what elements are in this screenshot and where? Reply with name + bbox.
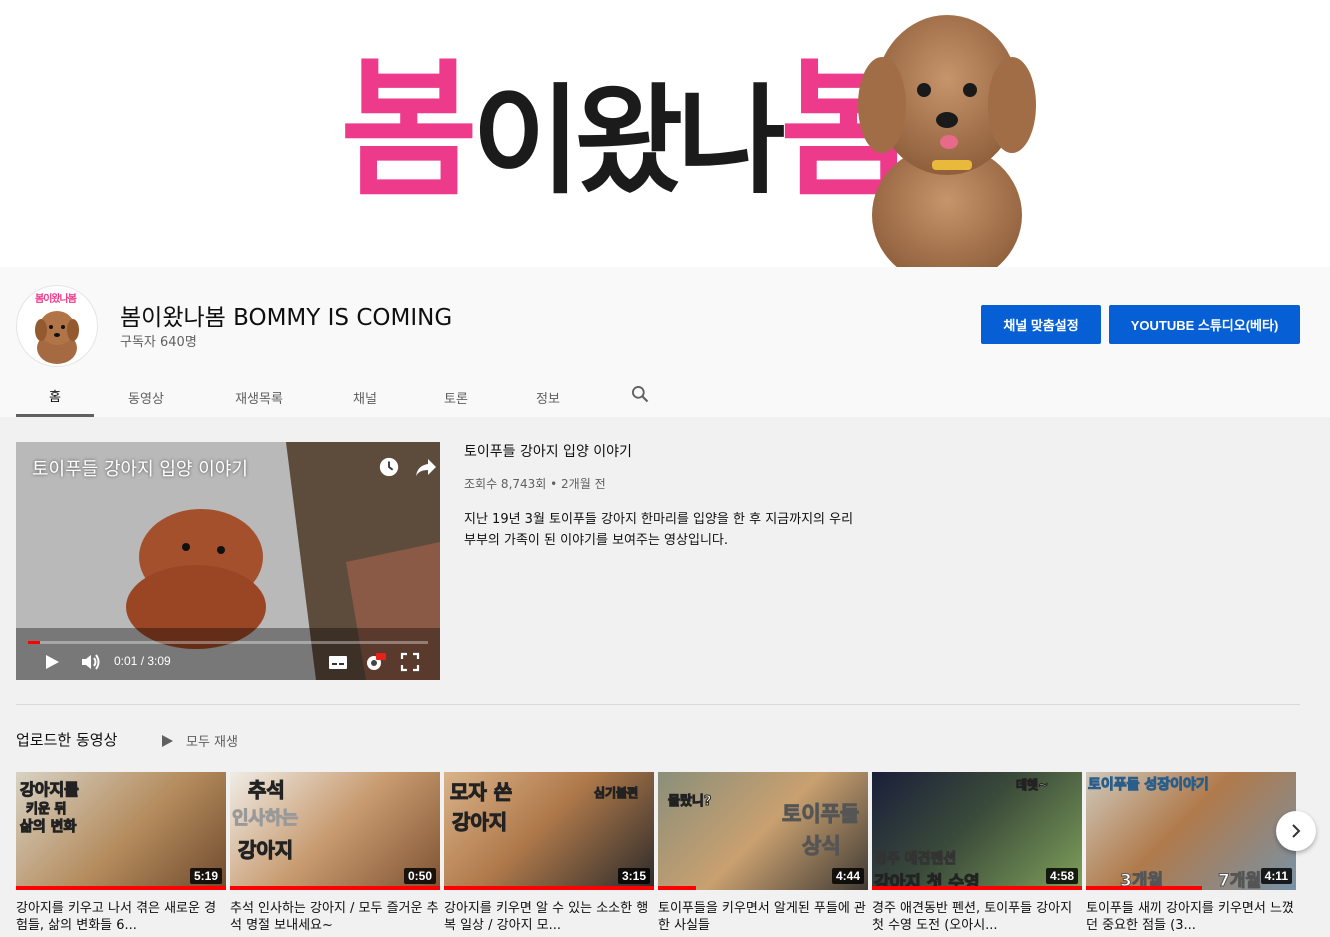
video-duration: 4:58 [1045,868,1078,884]
video-card[interactable]: 데헷~ 경주 애견펜션 강아지 첫 수영 4:58 경주 애견동반 펜션, 토이… [872,772,1082,934]
video-thumbnail[interactable]: 추석 인사하는 강아지 0:50 [230,772,440,890]
watch-progress-bar [16,886,226,890]
watch-progress-bar [444,886,654,890]
video-card[interactable]: 모자 쓴 강아지 심기불편 3:15 강아지를 키우면 알 수 있는 소소한 행… [444,772,654,934]
settings-icon[interactable] [364,652,386,672]
tab-playlists[interactable]: 재생목록 [198,377,320,417]
banner-text-part1: 봄 [340,42,478,218]
thumbnail-caption: 7개월 [1217,871,1262,891]
channel-header: 봄이왔나봄 봄이왔나봄 BOMMY IS COMING 구독자 640명 채널 … [0,267,1330,417]
video-thumbnail[interactable]: 강아지를 키운 뒤 삶의 변화 5:19 [16,772,226,890]
watch-later-icon[interactable] [378,456,400,478]
tab-home[interactable]: 홈 [16,377,94,417]
thumbnail-caption: 데헷~ [1015,778,1049,793]
video-title[interactable]: 추석 인사하는 강아지 / 모두 즐거운 추석 명절 보내세요~ [230,900,440,934]
featured-video-meta: 조회수 8,743회 • 2개월 전 [464,477,606,491]
video-duration: 5:19 [189,868,222,884]
featured-video-player[interactable]: 토이푸들 강아지 입양 이야기 0:01 / 3:09 [16,442,440,680]
search-icon[interactable] [630,384,650,404]
subscriber-count: 구독자 640명 [120,335,197,350]
video-title[interactable]: 강아지를 키우면 알 수 있는 소소한 행복 일상 / 강아지 모... [444,900,654,934]
banner-text-part2: 이왔나 [472,71,786,210]
tab-about[interactable]: 정보 [502,377,594,417]
player-time: 0:01 / 3:09 [114,654,171,668]
channel-name: 봄이왔나봄 BOMMY IS COMING [120,305,453,331]
youtube-studio-button[interactable]: YOUTUBE 스튜디오(베타) [1109,305,1300,344]
watch-progress-bar [230,886,440,890]
customize-channel-button[interactable]: 채널 맞춤설정 [981,305,1101,344]
thumbnail-caption: 심기불편 [593,786,639,801]
watch-progress-bar [658,886,696,890]
thumbnail-caption: 강아지 [237,838,294,863]
video-card[interactable]: 토이푸들 성장이야기 3개월 7개월 4:11 토이푸들 새끼 강아지를 키우면… [1086,772,1296,934]
thumbnail-caption: 상식 [802,834,842,859]
thumbnail-caption: 추석 [248,778,286,803]
tab-discussion[interactable]: 토론 [410,377,502,417]
video-card[interactable]: 강아지를 키운 뒤 삶의 변화 5:19 강아지를 키우고 나서 겪은 새로운 … [16,772,226,934]
video-thumbnail[interactable]: 몰랐니? 토이푸들 상식 4:44 [658,772,868,890]
avatar-dog-image [35,311,79,364]
video-thumbnail[interactable]: 데헷~ 경주 애견펜션 강아지 첫 수영 4:58 [872,772,1082,890]
volume-icon[interactable] [80,652,102,672]
chevron-right-icon [1292,824,1301,838]
video-title[interactable]: 토이푸들 새끼 강아지를 키우면서 느꼈던 중요한 점들 (3... [1086,900,1296,934]
banner-logo-text: 봄이왔나봄 [340,30,918,241]
channel-banner: 봄이왔나봄 [0,0,1330,267]
play-all-label: 모두 재생 [186,735,238,750]
player-progress-bar[interactable] [28,641,428,644]
thumbnail-caption: 삶의 변화 [19,819,77,836]
thumbnail-caption: 키운 뒤 [25,802,67,818]
channel-tabs: 홈 동영상 재생목록 채널 토론 정보 [16,377,594,417]
tab-channels[interactable]: 채널 [320,377,410,417]
video-thumbnail[interactable]: 토이푸들 성장이야기 3개월 7개월 4:11 [1086,772,1296,890]
fullscreen-icon[interactable] [400,652,420,672]
watch-progress-bar [1086,886,1202,890]
video-duration: 3:15 [617,868,650,884]
video-duration: 0:50 [403,868,436,884]
shelf-next-button[interactable] [1276,811,1316,851]
tab-videos[interactable]: 동영상 [94,377,198,417]
player-title: 토이푸들 강아지 입양 이야기 [32,459,248,480]
thumbnail-caption: 강아지 [451,810,508,835]
play-all-icon [162,734,173,747]
thumbnail-caption: 토이푸들 [781,802,860,827]
watch-progress-bar [872,886,1082,890]
play-all-button[interactable]: 모두 재생 [160,731,238,750]
video-title[interactable]: 경주 애견동반 펜션, 토이푸들 강아지 첫 수영 도전 (오아시... [872,900,1082,934]
featured-video-description: 지난 19년 3월 토이푸들 강아지 한마리를 입양을 한 후 지금까지의 우리… [464,512,854,548]
uploads-shelf-title[interactable]: 업로드한 동영상 [16,729,117,750]
thumbnail-caption: 모자 쓴 [449,780,513,805]
section-divider [16,704,1300,705]
video-card[interactable]: 추석 인사하는 강아지 0:50 추석 인사하는 강아지 / 모두 즐거운 추석… [230,772,440,934]
video-thumbnail[interactable]: 모자 쓴 강아지 심기불편 3:15 [444,772,654,890]
thumbnail-caption: 인사하는 [231,808,299,830]
featured-video-title[interactable]: 토이푸들 강아지 입양 이야기 [464,441,632,461]
video-card[interactable]: 몰랐니? 토이푸들 상식 4:44 토이푸들을 키우면서 알게된 푸들에 관한 … [658,772,868,934]
share-icon[interactable] [414,456,438,478]
thumbnail-caption: 경주 애견펜션 [873,851,957,868]
play-icon[interactable] [42,652,62,672]
video-title[interactable]: 강아지를 키우고 나서 겪은 새로운 경험들, 삶의 변화들 6... [16,900,226,934]
banner-dog-image [858,15,1036,267]
video-duration: 4:11 [1260,868,1292,884]
thumbnail-caption: 토이푸들 성장이야기 [1088,777,1210,794]
thumbnail-caption: 몰랐니? [667,794,712,810]
video-title[interactable]: 토이푸들을 키우면서 알게된 푸들에 관한 사실들 [658,900,868,934]
thumbnail-caption: 강아지를 [20,780,80,800]
video-duration: 4:44 [831,868,864,884]
player-progress-fill [28,641,40,644]
subtitles-icon[interactable] [328,652,348,672]
channel-avatar[interactable]: 봄이왔나봄 [16,285,98,367]
